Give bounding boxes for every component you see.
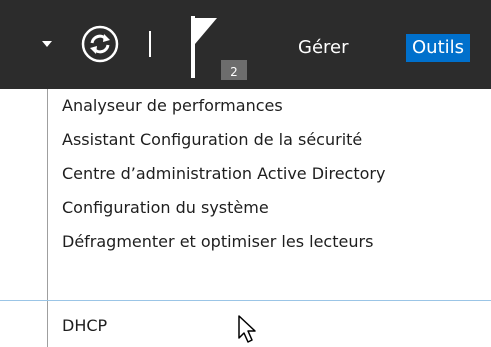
- menu-item-assistant-configuration-securite[interactable]: Assistant Configuration de la sécurité: [48, 123, 491, 157]
- menu-outils[interactable]: Outils: [406, 34, 471, 62]
- hover-border-top: [0, 300, 491, 301]
- menu-item-configuration-du-systeme[interactable]: Configuration du système: [48, 191, 491, 225]
- menu-item-analyseur-de-performances[interactable]: Analyseur de performances: [48, 89, 491, 123]
- menu-item-centre-administration-ad[interactable]: Centre d’administration Active Directory: [48, 157, 491, 191]
- menu-gerer[interactable]: Gérer: [298, 34, 349, 62]
- mouse-pointer-icon: [238, 315, 256, 343]
- refresh-icon[interactable]: [80, 24, 120, 64]
- server-manager-toolbar: 2 Gérer Outils: [0, 0, 491, 89]
- chevron-down-icon[interactable]: [42, 41, 52, 47]
- menu-item-dhcp[interactable]: DHCP: [48, 309, 491, 343]
- toolbar-separator: [149, 31, 151, 57]
- notification-count-badge: 2: [221, 60, 247, 80]
- outils-dropdown-menu: Analyseur de performances Assistant Conf…: [0, 89, 491, 347]
- menu-item-defragmenter[interactable]: Défragmenter et optimiser les lecteurs: [48, 225, 491, 259]
